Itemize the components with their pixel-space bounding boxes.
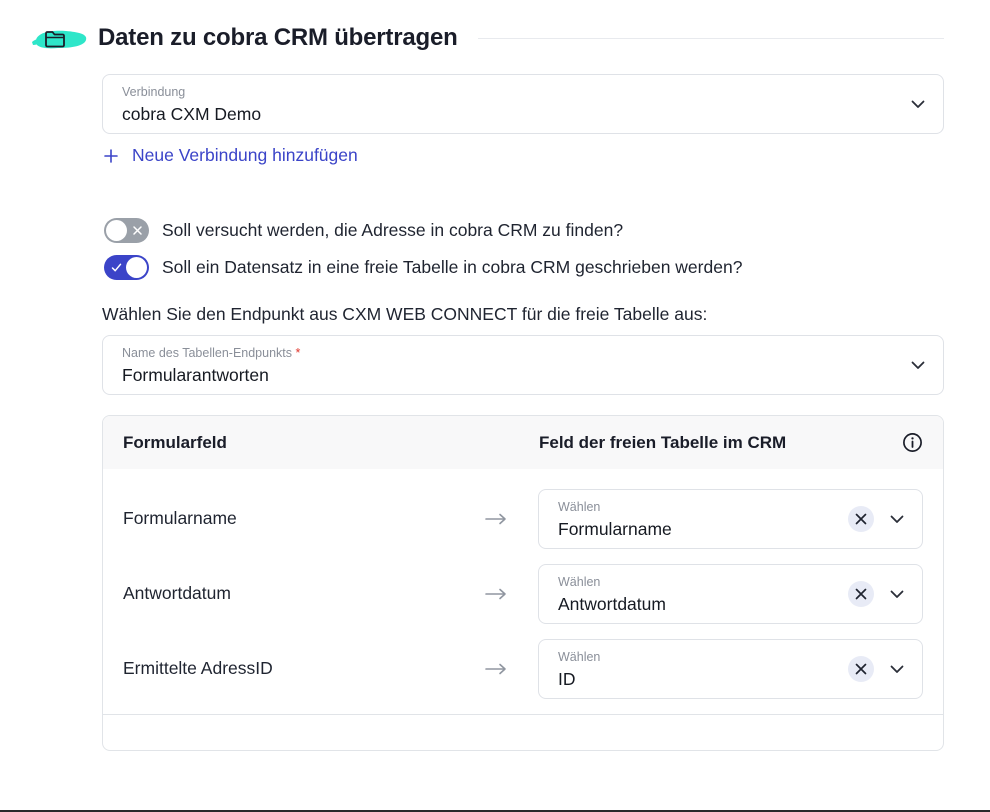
endpoint-value: Formularantworten	[122, 365, 269, 385]
chevron-down-icon[interactable]	[890, 515, 904, 524]
chevron-down-icon[interactable]	[890, 590, 904, 599]
chevron-down-icon[interactable]	[911, 100, 925, 109]
chevron-down-icon[interactable]	[911, 361, 925, 370]
form-field-name: Formularname	[123, 508, 237, 528]
mapping-row: Ermittelte AdressID Wählen ID	[103, 639, 943, 699]
arrow-right-icon	[485, 588, 506, 600]
endpoint-label-text: Name des Tabellen-Endpunkts	[122, 346, 293, 360]
connection-label: Verbindung	[122, 85, 186, 99]
mapping-row: Formularname Wählen Formularname	[103, 489, 943, 549]
section-header: Daten zu cobra CRM übertragen	[30, 18, 944, 58]
arrow-right-icon	[485, 663, 506, 675]
close-icon	[855, 663, 867, 675]
required-mark: *	[295, 346, 301, 360]
endpoint-select[interactable]: Name des Tabellen-Endpunkts * Formularan…	[102, 335, 944, 395]
form-field-name: Antwortdatum	[123, 583, 231, 603]
x-icon	[133, 226, 142, 235]
close-icon	[855, 588, 867, 600]
table-footer-divider	[103, 714, 943, 715]
toggle-knob	[106, 220, 127, 241]
check-icon	[111, 263, 122, 272]
header-divider	[477, 37, 944, 39]
clear-selection-button[interactable]	[848, 506, 874, 532]
clear-selection-button[interactable]	[848, 656, 874, 682]
add-connection-label: Neue Verbindung hinzufügen	[132, 145, 358, 165]
find-address-text: Soll versucht werden, die Adresse in cob…	[162, 220, 624, 240]
page-title: Daten zu cobra CRM übertragen	[98, 24, 458, 51]
free-table-text: Soll ein Datensatz in eine freie Tabelle…	[162, 257, 743, 277]
col-table-field: Feld der freien Tabelle im CRM	[539, 433, 787, 452]
add-connection-link[interactable]: Neue Verbindung hinzufügen	[104, 145, 358, 166]
select-value: ID	[558, 669, 576, 689]
endpoint-label: Name des Tabellen-Endpunkts *	[122, 346, 300, 360]
field-mapping-table: Formularfeld Feld der freien Tabelle im …	[102, 415, 944, 751]
header-icon	[30, 20, 88, 56]
find-address-toggle[interactable]	[104, 218, 149, 243]
close-icon	[855, 513, 867, 525]
connection-select[interactable]: Verbindung cobra CXM Demo	[102, 74, 944, 134]
plus-icon	[104, 148, 118, 163]
connection-value: cobra CXM Demo	[122, 104, 262, 124]
mapping-header: Formularfeld Feld der freien Tabelle im …	[103, 416, 943, 469]
select-value: Antwortdatum	[558, 594, 666, 614]
table-field-select[interactable]: Wählen Antwortdatum	[538, 564, 923, 624]
select-label: Wählen	[558, 500, 601, 514]
clear-selection-button[interactable]	[848, 581, 874, 607]
arrow-right-icon	[485, 513, 506, 525]
endpoint-instruction: Wählen Sie den Endpunkt aus CXM WEB CONN…	[102, 304, 708, 324]
table-field-select[interactable]: Wählen ID	[538, 639, 923, 699]
page: Daten zu cobra CRM übertragen Verbindung…	[0, 0, 990, 812]
col-form-field: Formularfeld	[123, 433, 227, 452]
info-icon[interactable]	[902, 432, 923, 453]
select-label: Wählen	[558, 575, 601, 589]
select-label: Wählen	[558, 650, 601, 664]
folder-icon	[45, 31, 65, 48]
table-field-select[interactable]: Wählen Formularname	[538, 489, 923, 549]
form-field-name: Ermittelte AdressID	[123, 658, 273, 678]
chevron-down-icon[interactable]	[890, 665, 904, 674]
select-value: Formularname	[558, 519, 672, 539]
toggle-knob	[126, 257, 147, 278]
toggle-row-free-table: Soll ein Datensatz in eine freie Tabelle…	[104, 255, 742, 280]
free-table-toggle[interactable]	[104, 255, 149, 280]
toggle-row-find-address: Soll versucht werden, die Adresse in cob…	[104, 218, 623, 243]
mapping-row: Antwortdatum Wählen Antwortdatum	[103, 564, 943, 624]
